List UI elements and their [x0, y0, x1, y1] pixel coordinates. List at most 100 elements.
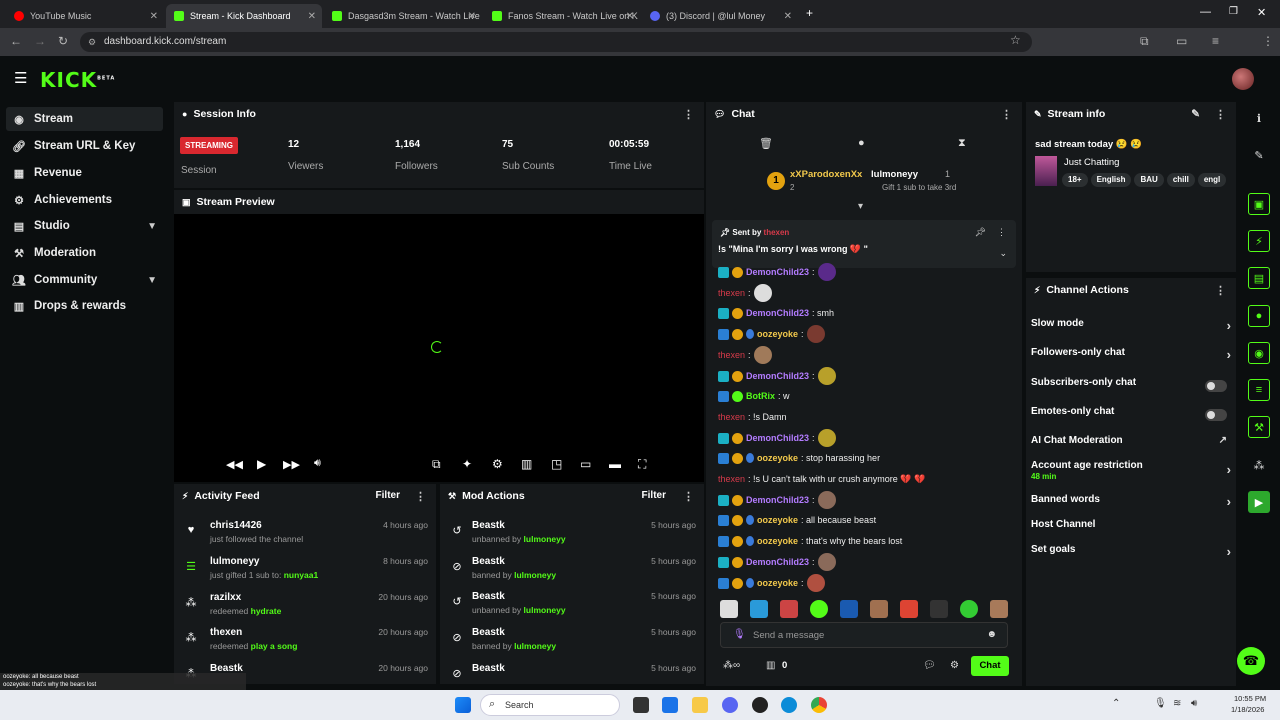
support-chat-icon[interactable]: ☎: [1237, 647, 1265, 675]
chat-message[interactable]: oozeyoke:: [718, 574, 825, 592]
activity-item[interactable]: ☰ lulmoneyy just gifted 1 sub to: nunyaa…: [185, 556, 436, 586]
obs-icon[interactable]: [752, 697, 768, 713]
tab-youtube-music[interactable]: YouTube Music ✕: [6, 4, 164, 28]
trash-icon[interactable]: 🗑︎: [759, 137, 773, 150]
chevron-down-icon[interactable]: ⌄: [999, 248, 1007, 259]
leaderboard-user-2[interactable]: lulmoneyy: [871, 169, 918, 180]
infinity-points-icon[interactable]: ⁂∞: [723, 660, 740, 671]
store-icon[interactable]: [662, 697, 678, 713]
mod-action-item[interactable]: ↺ Beastk unbanned by lulmoneyy 5 hours a…: [451, 520, 704, 550]
pip-icon[interactable]: ◳: [551, 457, 562, 471]
chat-message[interactable]: thexen:: [718, 284, 772, 302]
action-followers-only[interactable]: Followers-only chat ›: [1031, 347, 1231, 367]
chat-widget-icon[interactable]: ●: [1248, 305, 1270, 327]
user-avatar[interactable]: [1232, 68, 1254, 90]
chat-message[interactable]: DemonChild23:: [718, 429, 836, 447]
chat-username[interactable]: oozeyoke: [757, 515, 798, 525]
clock-time[interactable]: 10:55 PM: [1234, 694, 1266, 703]
tag-chip[interactable]: BAU: [1134, 173, 1164, 187]
leaderboard-user-1[interactable]: xXParodoxenXx: [790, 169, 862, 180]
bookmark-star-icon[interactable]: ☆: [1010, 33, 1021, 47]
file-explorer-icon[interactable]: [692, 697, 708, 713]
emote-icon[interactable]: [840, 600, 858, 618]
volume-tray-icon[interactable]: 🔊︎: [1191, 698, 1197, 709]
chat-options-icon[interactable]: ●: [858, 137, 865, 149]
action-emotes-only[interactable]: Emotes-only chat: [1031, 406, 1231, 426]
theater-icon[interactable]: ▭: [580, 457, 591, 471]
action-set-goals[interactable]: Set goals ›: [1031, 544, 1231, 564]
emote-icon[interactable]: [750, 600, 768, 618]
kebab-menu-icon[interactable]: ⋮: [683, 108, 694, 121]
chat-message[interactable]: DemonChild23:: [718, 263, 836, 281]
discord-icon[interactable]: [722, 697, 738, 713]
site-info-icon[interactable]: ⚙: [88, 32, 96, 52]
hourglass-icon[interactable]: ⧗: [958, 137, 966, 150]
chat-username[interactable]: oozeyoke: [757, 329, 798, 339]
info-icon[interactable]: ℹ: [1248, 107, 1270, 129]
chat-username[interactable]: DemonChild23: [746, 433, 809, 443]
chat-message[interactable]: oozeyoke: that's why the bears lost: [718, 532, 902, 550]
chat-username[interactable]: DemonChild23: [746, 495, 809, 505]
chat-message[interactable]: BotRix: w: [718, 387, 790, 405]
microphone-tray-icon[interactable]: 🎙︎: [1154, 698, 1167, 709]
chat-username[interactable]: DemonChild23: [746, 557, 809, 567]
chat-username[interactable]: DemonChild23: [746, 308, 809, 318]
edit-icon[interactable]: ✎: [1191, 108, 1200, 120]
chat-settings-bubble-icon[interactable]: 💬︎: [923, 660, 936, 671]
chat-message[interactable]: oozeyoke:: [718, 325, 825, 343]
sidebar-item-stream-url-key[interactable]: 🔗︎ Stream URL & Key: [6, 134, 163, 158]
hamburger-menu-icon[interactable]: ☰: [14, 69, 27, 87]
sidebar-item-revenue[interactable]: ▦ Revenue: [6, 161, 163, 185]
chrome-menu-icon[interactable]: ⋮: [1262, 34, 1274, 48]
sparkle-icon[interactable]: ✦: [462, 457, 472, 471]
chat-username[interactable]: DemonChild23: [746, 267, 809, 277]
chat-message[interactable]: oozeyoke: all because beast: [718, 511, 876, 529]
wide-mode-icon[interactable]: ▬: [609, 457, 621, 471]
chat-input[interactable]: 🎙︎ Send a message ☻: [720, 622, 1008, 648]
kebab-menu-icon[interactable]: ⋮: [997, 227, 1006, 238]
document-widget-icon[interactable]: ▤: [1248, 267, 1270, 289]
kebab-menu-icon[interactable]: ⋮: [415, 490, 426, 503]
action-host-channel[interactable]: Host Channel: [1031, 519, 1231, 539]
mod-action-item[interactable]: ⊘ Beastk banned by lulmoneyy 5 hours ago: [451, 556, 704, 586]
emote-icon[interactable]: [810, 600, 828, 618]
sidebar-toggle-icon[interactable]: ▭: [1176, 34, 1187, 48]
settings-icon[interactable]: ⚙: [492, 457, 503, 471]
close-tab-icon[interactable]: ✕: [784, 11, 792, 22]
sidebar-item-drops-rewards[interactable]: ▥ Drops & rewards: [6, 294, 163, 318]
chat-username[interactable]: oozeyoke: [757, 578, 798, 588]
camera-widget-icon[interactable]: ▣: [1248, 193, 1270, 215]
tag-chip[interactable]: engl: [1197, 173, 1227, 187]
tab-dasgasd3m[interactable]: Dasgasd3m Stream - Watch Live ✕: [324, 4, 482, 28]
action-ai-moderation[interactable]: AI Chat Moderation ↗: [1031, 435, 1231, 455]
close-window-icon[interactable]: ✕: [1257, 6, 1266, 19]
microphone-icon[interactable]: 🎙︎: [733, 629, 746, 640]
chat-username[interactable]: BotRix: [746, 391, 775, 401]
emote-icon[interactable]: [720, 600, 738, 618]
chat-username[interactable]: thexen: [718, 412, 745, 422]
emotes-only-toggle[interactable]: [1205, 409, 1227, 421]
action-account-age[interactable]: Account age restriction 48 min ›: [1031, 460, 1231, 486]
chat-message[interactable]: thexen: !s Damn: [718, 408, 787, 426]
chat-message[interactable]: DemonChild23: smh: [718, 304, 834, 322]
close-tab-icon[interactable]: ✕: [150, 11, 158, 22]
sidebar-item-moderation[interactable]: ⚒ Moderation: [6, 241, 163, 265]
filter-button[interactable]: Filter: [642, 490, 666, 501]
minimize-icon[interactable]: —: [1200, 6, 1211, 18]
close-tab-icon[interactable]: ✕: [308, 11, 316, 22]
chat-message[interactable]: DemonChild23:: [718, 367, 836, 385]
chest-icon[interactable]: ▥: [766, 660, 775, 671]
sidebar-item-studio[interactable]: ▤ Studio ▼: [6, 214, 163, 238]
tab-fanos[interactable]: Fanos Stream - Watch Live on K ✕: [484, 4, 640, 28]
volume-icon[interactable]: 🔊︎: [314, 457, 321, 470]
task-view-icon[interactable]: [633, 697, 649, 713]
clip-icon[interactable]: ⧉: [432, 457, 441, 472]
back-icon[interactable]: ←: [10, 34, 22, 48]
kebab-menu-icon[interactable]: ⋮: [683, 490, 694, 503]
chat-message[interactable]: DemonChild23:: [718, 491, 836, 509]
activity-item[interactable]: ⁂ thexen redeemed play a song 20 hours a…: [185, 627, 436, 657]
windows-start-icon[interactable]: [455, 697, 471, 713]
emote-icon[interactable]: [990, 600, 1008, 618]
forward-icon[interactable]: →: [34, 34, 46, 48]
fast-forward-icon[interactable]: ▶▶: [283, 458, 300, 471]
